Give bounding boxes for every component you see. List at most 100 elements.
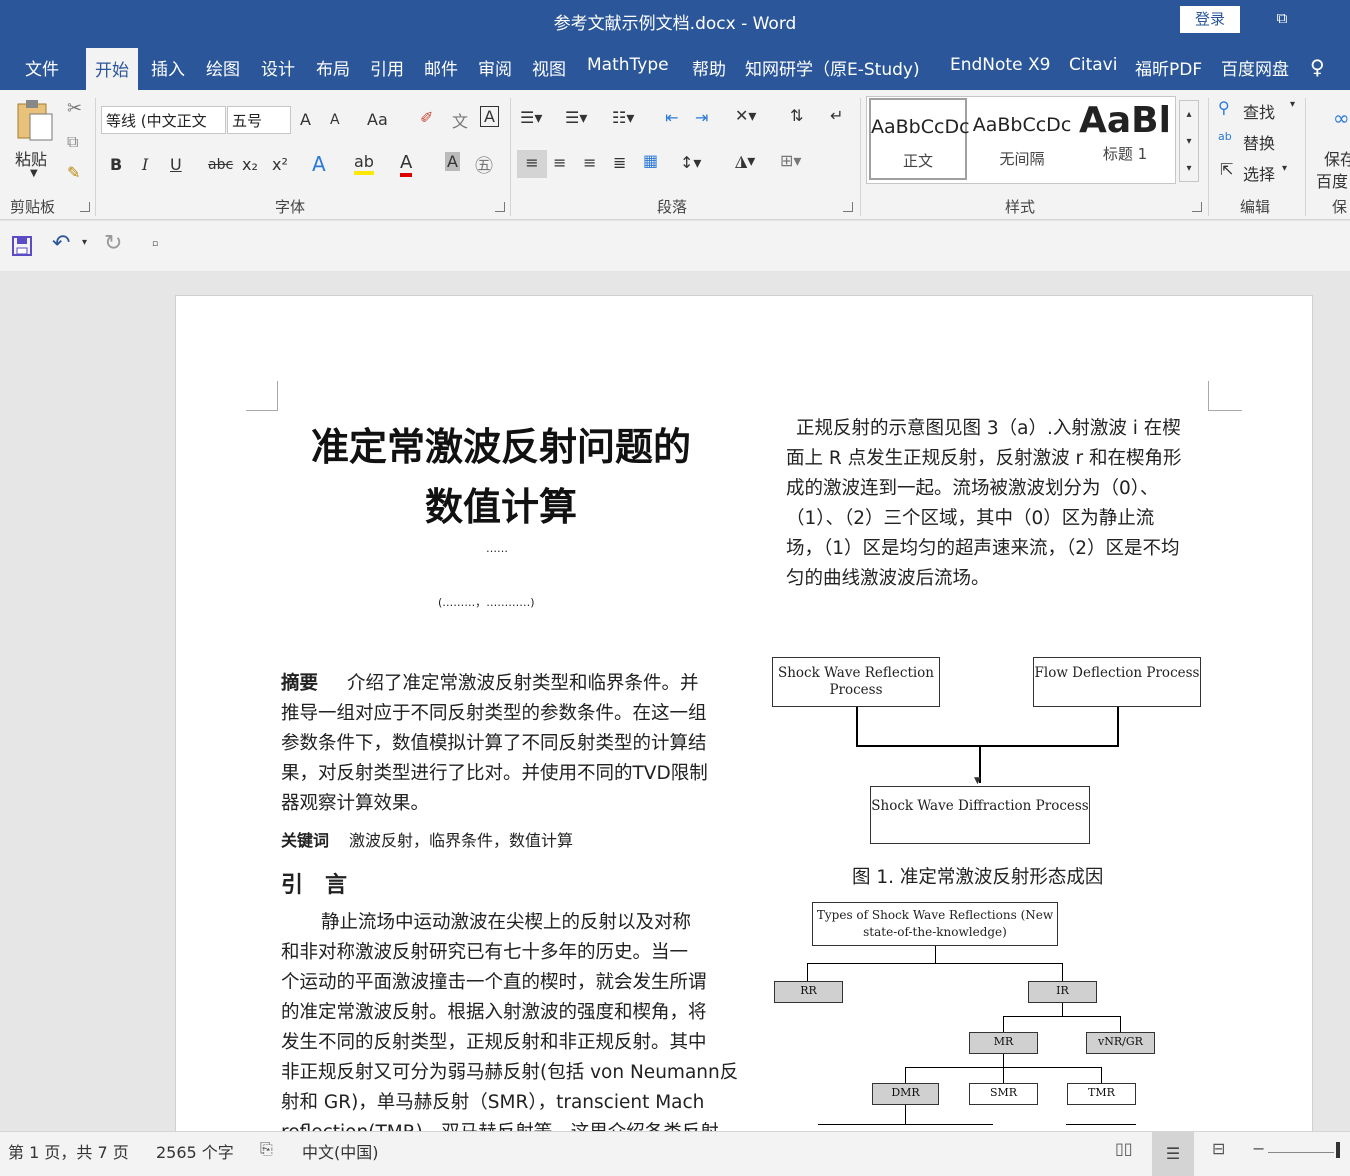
select-button[interactable]: 选择 — [1243, 161, 1275, 185]
zoom-out-icon[interactable]: − — [1252, 1139, 1265, 1158]
connector-line — [1066, 1124, 1136, 1125]
font-launcher-icon[interactable] — [495, 202, 505, 212]
tab-review[interactable]: 审阅 — [478, 55, 512, 80]
tab-mathtype[interactable]: MathType — [587, 55, 669, 75]
sort-icon[interactable]: ⇅ — [790, 106, 803, 125]
tab-citavi[interactable]: Citavi — [1069, 55, 1117, 75]
chinese-layout-icon[interactable]: ✕▾ — [735, 106, 756, 125]
document-area[interactable]: 准定常激波反射问题的 数值计算 …… (………，…………) 摘要 介绍了准定常激… — [0, 271, 1350, 1131]
increase-indent-icon[interactable]: ⇥ — [695, 108, 708, 127]
clear-format-icon[interactable]: ✐ — [420, 108, 433, 127]
tab-home[interactable]: 开始 — [86, 48, 138, 90]
align-center-icon[interactable]: ≡ — [553, 153, 566, 172]
find-icon[interactable]: ⚲ — [1218, 98, 1230, 117]
redo-icon[interactable]: ↻ — [104, 231, 122, 256]
numbering-icon[interactable]: ☰▾ — [565, 108, 587, 127]
replace-icon[interactable]: ab — [1218, 130, 1232, 143]
format-painter-icon[interactable]: ✎ — [67, 163, 80, 182]
select-icon[interactable]: ⇱ — [1220, 160, 1233, 179]
strikethrough-button[interactable]: abc — [208, 157, 233, 173]
paste-button[interactable]: 粘贴 — [15, 146, 47, 170]
tab-help[interactable]: 帮助 — [692, 55, 726, 80]
undo-dropdown-icon[interactable]: ▾ — [82, 237, 87, 248]
char-border-icon[interactable]: A — [480, 106, 499, 127]
paste-dropdown-icon[interactable]: ▼ — [30, 168, 38, 179]
show-marks-icon[interactable]: ↵ — [830, 106, 843, 125]
language-indicator[interactable]: 中文(中国) — [302, 1139, 379, 1163]
highlight-icon[interactable]: ab — [354, 152, 374, 175]
zoom-slider[interactable] — [1268, 1152, 1334, 1153]
bullets-icon[interactable]: ☰▾ — [520, 108, 542, 127]
borders-icon[interactable]: ⊞▾ — [780, 151, 801, 170]
styles-launcher-icon[interactable] — [1192, 202, 1202, 212]
underline-button[interactable]: U — [170, 155, 182, 174]
document-page[interactable]: 准定常激波反射问题的 数值计算 …… (………，…………) 摘要 介绍了准定常激… — [175, 295, 1313, 1131]
justify-icon[interactable]: ≣ — [613, 153, 626, 172]
tab-layout[interactable]: 布局 — [316, 55, 350, 80]
grow-font-button[interactable]: A — [300, 110, 311, 129]
undo-icon[interactable]: ↶ — [52, 231, 70, 256]
shrink-font-button[interactable]: A — [330, 112, 340, 128]
text-effects-icon[interactable]: A — [312, 152, 326, 176]
superscript-button[interactable]: x² — [272, 155, 288, 174]
italic-button[interactable]: I — [142, 155, 148, 174]
char-shading-icon[interactable]: A — [445, 152, 460, 171]
print-layout-icon[interactable]: ☰ — [1152, 1132, 1194, 1176]
login-button[interactable]: 登录 — [1180, 6, 1240, 33]
shading-icon[interactable]: ◮▾ — [735, 151, 755, 170]
tab-view[interactable]: 视图 — [532, 55, 566, 80]
word-count[interactable]: 2565 个字 — [156, 1139, 234, 1163]
enclose-char-icon[interactable]: ㊄ — [475, 152, 493, 178]
cut-icon[interactable]: ✂ — [67, 98, 82, 119]
tab-baidu[interactable]: 百度网盘 — [1221, 55, 1289, 80]
save-to-baidu-button-line2[interactable]: 百度 — [1316, 168, 1348, 192]
replace-button[interactable]: 替换 — [1243, 130, 1275, 154]
tab-design[interactable]: 设计 — [261, 55, 295, 80]
tab-cnki[interactable]: 知网研学（原E-Study) — [745, 55, 920, 80]
find-button[interactable]: 查找 — [1243, 99, 1275, 123]
phonetic-guide-icon[interactable]: 文 — [452, 108, 468, 132]
baidu-cloud-icon[interactable]: ∞ — [1333, 106, 1350, 130]
abstract-label: 摘要 — [281, 673, 319, 694]
tab-references[interactable]: 引用 — [370, 55, 404, 80]
line-spacing-icon[interactable]: ↕▾ — [680, 153, 701, 172]
style-preview: AaBbCcDc — [972, 114, 1072, 136]
styles-scroll-icon[interactable]: ▴ ▾ ▾ — [1179, 100, 1199, 182]
read-mode-icon[interactable]: ▯▯ — [1115, 1139, 1133, 1158]
page-count[interactable]: 第 1 页，共 7 页 — [8, 1139, 129, 1163]
zoom-slider-thumb[interactable] — [1336, 1142, 1340, 1158]
font-family-select[interactable]: 等线 (中文正文 — [101, 106, 226, 134]
paragraph-launcher-icon[interactable] — [843, 202, 853, 212]
bold-button[interactable]: B — [110, 155, 122, 174]
restore-icon[interactable]: ⧉ — [1270, 9, 1294, 29]
style-normal[interactable]: AaBbCcDc 正文 — [869, 98, 970, 180]
distributed-icon[interactable]: ▦ — [643, 151, 658, 170]
font-color-icon[interactable]: A — [400, 152, 413, 177]
change-case-button[interactable]: Aa — [367, 110, 388, 129]
lightbulb-icon[interactable]: ♀ — [1310, 55, 1325, 79]
select-dropdown-icon[interactable]: ▾ — [1282, 163, 1287, 174]
tab-draw[interactable]: 绘图 — [206, 55, 240, 80]
clipboard-launcher-icon[interactable] — [80, 202, 90, 212]
multilevel-list-icon[interactable]: ☷▾ — [612, 108, 634, 127]
decrease-indent-icon[interactable]: ⇤ — [665, 108, 678, 127]
copy-icon[interactable]: ⧉ — [67, 132, 78, 152]
tab-insert[interactable]: 插入 — [151, 55, 185, 80]
tab-mailings[interactable]: 邮件 — [424, 55, 458, 80]
find-dropdown-icon[interactable]: ▾ — [1290, 99, 1295, 110]
customize-qat-icon[interactable]: ▫ — [152, 239, 158, 249]
subscript-button[interactable]: x₂ — [242, 155, 258, 174]
web-layout-icon[interactable]: ⊟ — [1212, 1139, 1225, 1158]
font-size-select[interactable]: 五号 — [227, 106, 291, 134]
align-right-icon[interactable]: ≡ — [583, 153, 596, 172]
tab-endnote[interactable]: EndNote X9 — [950, 55, 1050, 75]
style-heading-1[interactable]: AaBl 标题 1 — [1076, 98, 1174, 180]
save-to-baidu-button[interactable]: 保存 — [1324, 146, 1350, 170]
style-no-spacing[interactable]: AaBbCcDc 无间隔 — [972, 98, 1072, 180]
tab-foxit[interactable]: 福昕PDF — [1135, 55, 1202, 80]
save-icon[interactable] — [12, 236, 32, 256]
proofing-icon[interactable]: ⎘ — [260, 1139, 273, 1159]
paste-icon[interactable] — [14, 98, 56, 144]
tab-file[interactable]: 文件 — [25, 55, 59, 80]
align-left-icon[interactable]: ≡ — [517, 150, 547, 178]
